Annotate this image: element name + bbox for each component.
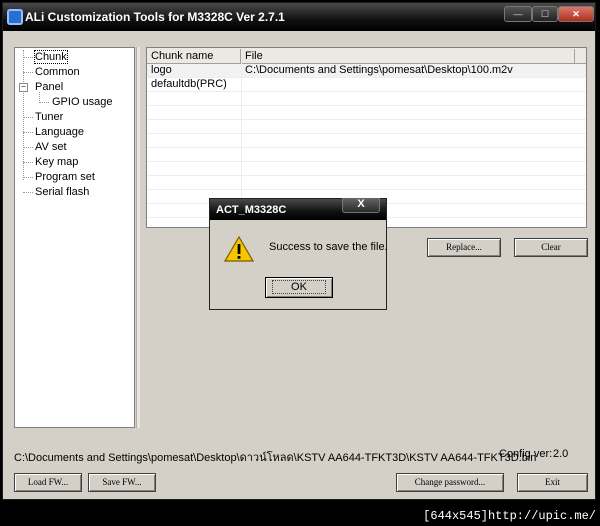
chunk-name-cell: defaultdb(PRC) xyxy=(151,78,227,90)
message-dialog: ACT_M3328C X Success to save the file. O… xyxy=(209,198,388,310)
exit-button[interactable]: Exit xyxy=(517,473,588,492)
list-row[interactable]: logo C:\Documents and Settings\pomesat\D… xyxy=(147,64,586,78)
dialog-message: Success to save the file. xyxy=(269,241,388,253)
tree-item-tuner[interactable]: Tuner xyxy=(35,111,63,123)
load-fw-button[interactable]: Load FW... xyxy=(14,473,82,492)
pane-splitter[interactable] xyxy=(136,47,140,428)
change-password-button[interactable]: Change password... xyxy=(396,473,504,492)
collapse-toggle-icon[interactable]: − xyxy=(19,83,28,92)
tree-item-language[interactable]: Language xyxy=(35,126,84,138)
ok-button[interactable]: OK xyxy=(265,277,333,298)
config-version-value: 2.0 xyxy=(553,448,569,460)
title-bar[interactable]: ALi Customization Tools for M3328C Ver 2… xyxy=(3,3,595,31)
dialog-title: ACT_M3328C xyxy=(216,204,287,216)
minimize-button[interactable]: — xyxy=(504,6,532,22)
tree-item-program-set[interactable]: Program set xyxy=(35,171,95,183)
window-title: ALi Customization Tools for M3328C Ver 2… xyxy=(25,10,285,24)
watermark-text: [644x545]http://upic.me/ xyxy=(423,509,596,523)
column-file[interactable]: File xyxy=(241,49,575,63)
tree-item-chunk[interactable]: Chunk xyxy=(34,50,68,64)
settings-tree[interactable]: − Chunk Common Panel GPIO usage Tuner La… xyxy=(14,47,135,428)
list-row[interactable]: defaultdb(PRC) xyxy=(147,78,586,92)
tree-item-av-set[interactable]: AV set xyxy=(35,141,67,153)
column-chunk-name[interactable]: Chunk name xyxy=(147,49,241,63)
tree-item-common[interactable]: Common xyxy=(35,66,80,78)
maximize-button[interactable]: ☐ xyxy=(532,6,558,22)
file-cell: C:\Documents and Settings\pomesat\Deskto… xyxy=(245,64,513,76)
replace-button[interactable]: Replace... xyxy=(427,238,501,257)
dialog-close-icon[interactable]: X xyxy=(342,198,380,213)
chunk-name-cell: logo xyxy=(151,64,172,76)
tree-item-key-map[interactable]: Key map xyxy=(35,156,78,168)
list-header: Chunk name File xyxy=(147,48,586,64)
clear-button[interactable]: Clear xyxy=(514,238,588,257)
warning-icon xyxy=(224,236,254,262)
dialog-title-bar[interactable]: ACT_M3328C X xyxy=(210,198,386,220)
watermark-bar: [644x545]http://upic.me/ xyxy=(0,504,600,526)
tree-item-serial-flash[interactable]: Serial flash xyxy=(35,186,89,198)
close-button[interactable]: ✕ xyxy=(558,6,594,22)
config-version-label: Config ver: xyxy=(499,448,553,460)
save-fw-button[interactable]: Save FW... xyxy=(88,473,156,492)
tree-item-gpio-usage[interactable]: GPIO usage xyxy=(52,96,113,108)
app-icon xyxy=(7,9,23,25)
firmware-path: C:\Documents and Settings\pomesat\Deskto… xyxy=(14,452,537,464)
ok-button-label: OK xyxy=(272,280,326,294)
tree-line xyxy=(23,50,24,180)
tree-item-panel[interactable]: Panel xyxy=(35,81,63,93)
